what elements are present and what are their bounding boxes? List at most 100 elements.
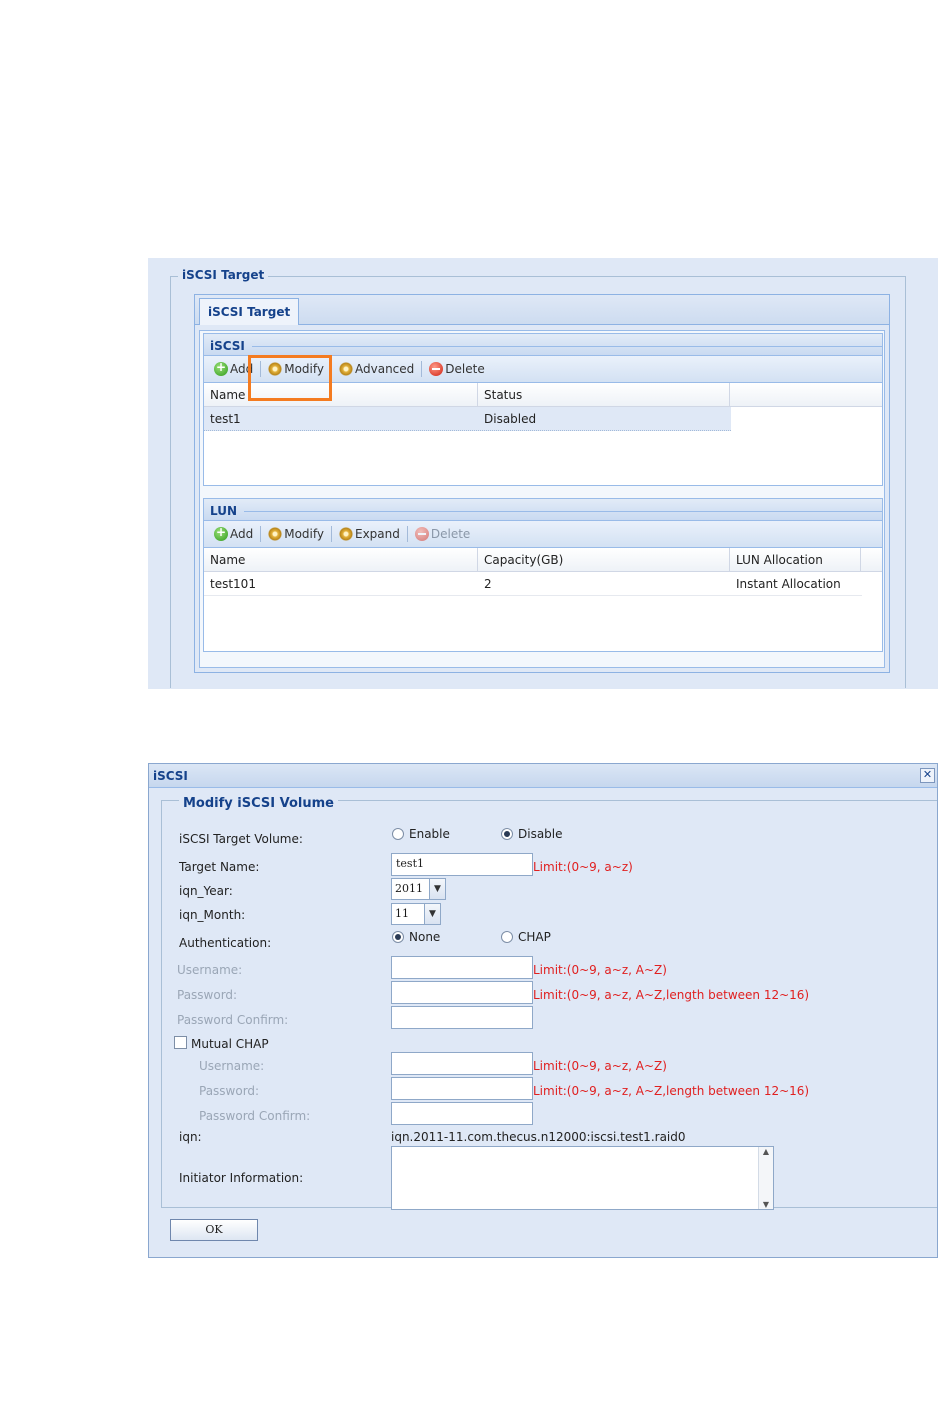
column-filler [861,548,882,571]
tab-body: iSCSI Add Modify Ad [199,330,885,668]
iscsi-grid-title-text: iSCSI [210,339,245,353]
mutual-password-confirm-label: Password Confirm: [199,1109,311,1123]
iqn-value: iqn.2011-11.com.thecus.n12000:iscsi.test… [391,1130,686,1144]
iscsi-delete-button[interactable]: Delete [425,358,488,380]
iscsi-grid-title: iSCSI [204,334,882,356]
radio-off-icon [392,828,404,840]
toolbar-separator [260,361,262,377]
gear-icon [268,527,283,541]
initiator-info-textarea[interactable]: ▲ ▼ [391,1146,774,1210]
table-row[interactable]: test1 Disabled [204,407,731,431]
password-confirm-input[interactable] [391,1006,533,1029]
mutual-password-input[interactable] [391,1077,533,1100]
iscsi-column-header: Name Status [204,383,882,407]
lun-grid-title: LUN [204,499,882,521]
mutual-password-limit: Limit:(0~9, a~z, A~Z,length between 12~1… [533,1084,810,1098]
iscsi-modify-button[interactable]: Modify [264,358,328,380]
target-volume-enable-radio[interactable]: Enable [392,827,450,841]
iqn-year-label: iqn_Year: [179,884,233,898]
mutual-username-limit: Limit:(0~9, a~z, A~Z) [533,1059,667,1073]
toolbar-separator [260,526,262,542]
iscsi-add-button[interactable]: Add [210,358,257,380]
password-input[interactable] [391,981,533,1004]
column-name[interactable]: Name [204,548,478,571]
iscsi-advanced-button[interactable]: Advanced [335,358,418,380]
chevron-down-icon[interactable]: ▼ [424,904,440,924]
iqn-label: iqn: [179,1130,202,1144]
toolbar-separator [421,361,423,377]
iscsi-target-screenshot: iSCSI Target iSCSI Target iSCSI Add [148,258,938,689]
mutual-username-label: Username: [199,1059,265,1073]
username-label: Username: [177,963,243,977]
cell-name: test101 [210,577,256,591]
mutual-username-input[interactable] [391,1052,533,1075]
column-lun-allocation[interactable]: LUN Allocation [730,548,861,571]
dialog-title: iSCSI [153,769,188,783]
mutual-password-label: Password: [199,1084,260,1098]
lun-expand-button[interactable]: Expand [335,523,404,545]
cell-name: test1 [210,412,241,426]
radio-on-icon [392,931,404,943]
mutual-chap-label: Mutual CHAP [191,1037,269,1051]
column-name[interactable]: Name [204,383,478,406]
table-row[interactable]: test101 2 Instant Allocation [204,572,862,596]
scroll-down-icon[interactable]: ▼ [759,1200,773,1209]
cell-status: Disabled [484,412,537,426]
target-name-label: Target Name: [179,860,260,874]
iqn-month-label: iqn_Month: [179,908,246,922]
iscsi-grid: iSCSI Add Modify Ad [203,333,883,486]
lun-grid-title-text: LUN [210,504,238,518]
cell-allocation: Instant Allocation [736,577,841,591]
target-volume-disable-radio[interactable]: Disable [501,827,563,841]
lun-delete-button[interactable]: Delete [411,523,474,545]
authentication-chap-radio[interactable]: CHAP [501,930,551,944]
authentication-label: Authentication: [179,936,272,950]
modify-volume-legend: Modify iSCSI Volume [179,796,338,811]
column-status[interactable]: Status [478,383,730,406]
radio-off-icon [501,931,513,943]
authentication-none-radio[interactable]: None [392,930,440,944]
lun-add-button[interactable]: Add [210,523,257,545]
target-name-limit: Limit:(0~9, a~z) [533,860,633,874]
lun-toolbar: Add Modify Expand Delete [204,521,882,548]
toolbar-separator [406,526,408,542]
modify-iscsi-dialog: iSCSI ✕ Modify iSCSI Volume iSCSI Target… [148,763,938,1258]
add-icon [214,525,228,541]
iqn-month-select[interactable]: 11 ▼ [391,903,441,925]
close-icon[interactable]: ✕ [920,768,935,783]
scrollbar[interactable]: ▲ ▼ [758,1147,773,1209]
add-icon [214,360,228,376]
iscsi-toolbar: Add Modify Advanced Delete [204,356,882,383]
password-label: Password: [177,988,238,1002]
toolbar-separator [331,526,332,542]
lun-column-header: Name Capacity(GB) LUN Allocation [204,548,882,572]
column-capacity[interactable]: Capacity(GB) [478,548,730,571]
password-confirm-label: Password Confirm: [177,1013,289,1027]
ok-button[interactable]: OK [170,1219,258,1241]
delete-icon [414,527,429,541]
username-limit: Limit:(0~9, a~z, A~Z) [533,963,667,977]
tab-panel: iSCSI Target iSCSI Add Modify [194,294,890,673]
mutual-chap-checkbox[interactable] [174,1036,187,1049]
tab-strip: iSCSI Target [195,295,889,325]
delete-icon [429,362,444,376]
gear-icon [268,362,283,376]
dialog-titlebar: iSCSI ✕ [149,764,937,788]
mutual-password-confirm-input[interactable] [391,1102,533,1125]
password-limit: Limit:(0~9, a~z, A~Z,length between 12~1… [533,988,810,1002]
chevron-down-icon[interactable]: ▼ [429,879,445,899]
target-name-input[interactable]: test1 [391,853,533,876]
iqn-year-select[interactable]: 2011 ▼ [391,878,446,900]
cell-capacity: 2 [484,577,492,591]
target-volume-label: iSCSI Target Volume: [179,832,303,846]
initiator-info-label: Initiator Information: [179,1171,304,1185]
tab-iscsi-target[interactable]: iSCSI Target [199,298,300,325]
scroll-up-icon[interactable]: ▲ [759,1147,773,1156]
lun-modify-button[interactable]: Modify [264,523,328,545]
fieldset-legend: iSCSI Target [178,268,269,282]
radio-on-icon [501,828,513,840]
gear-icon [339,527,353,541]
column-filler [730,383,882,406]
lun-grid: LUN Add Modify Expa [203,498,883,652]
username-input[interactable] [391,956,533,979]
